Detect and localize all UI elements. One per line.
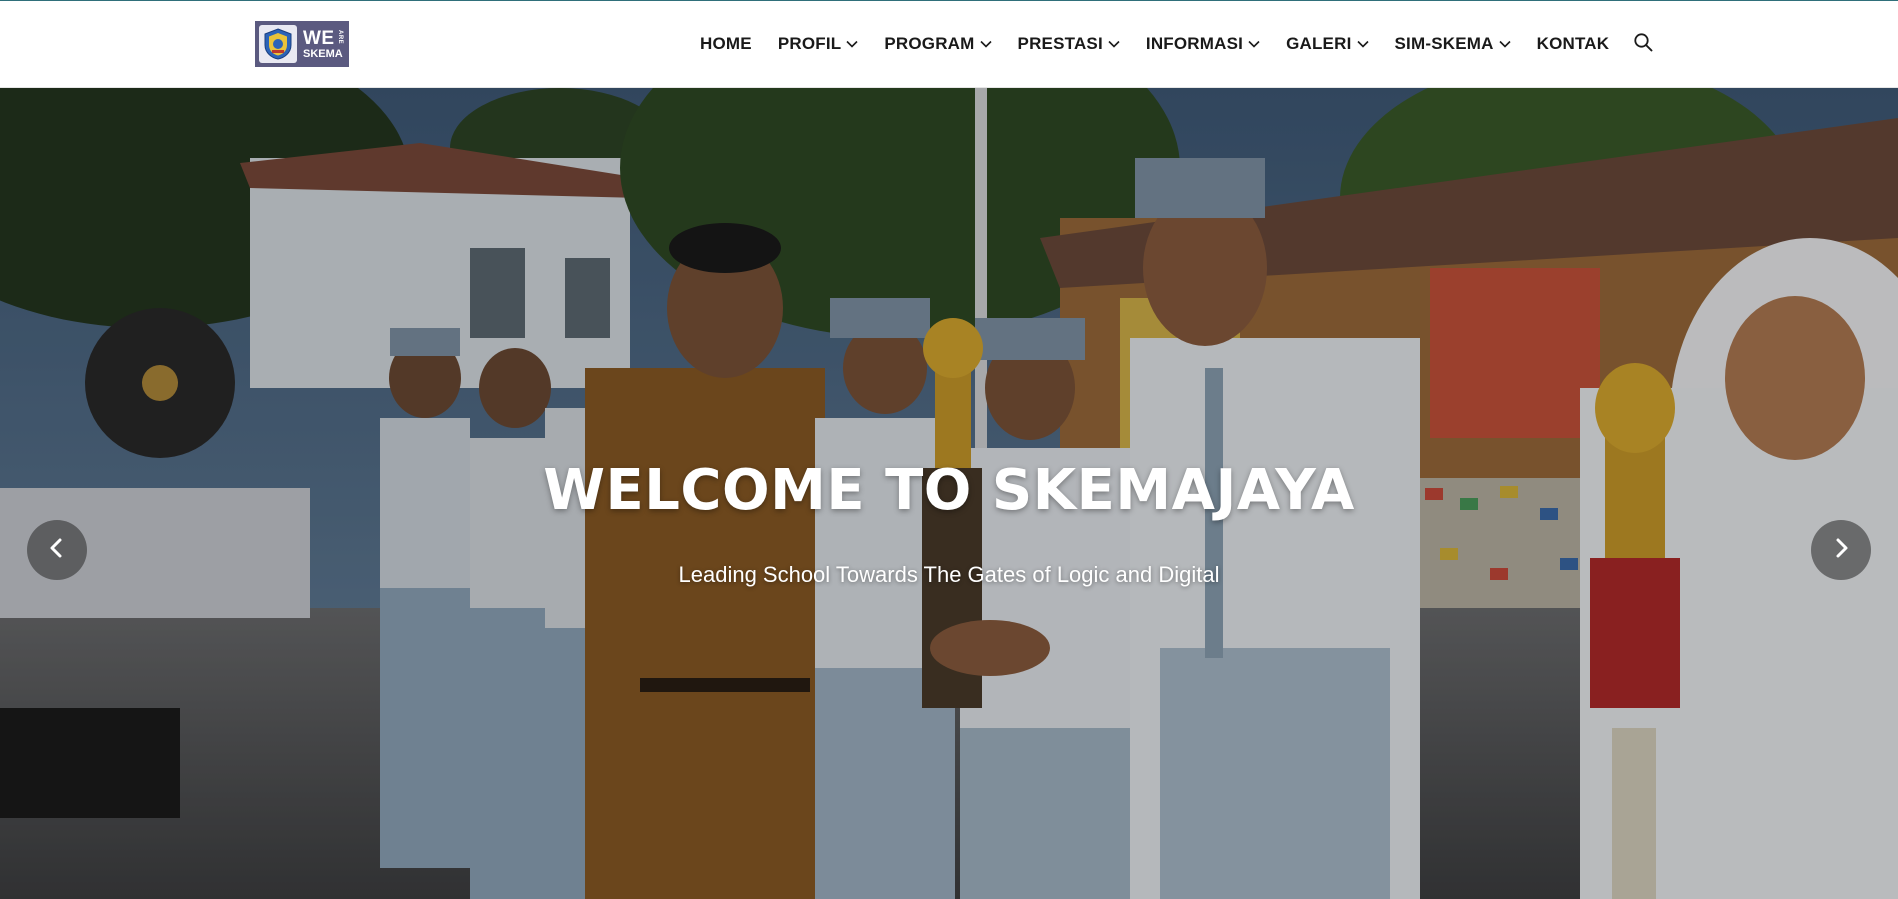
site-header: WE ARE SKEMA HOME PROFIL PROGRAM PRESTASI… bbox=[0, 1, 1898, 88]
nav-item-kontak[interactable]: KONTAK bbox=[1537, 34, 1610, 54]
chevron-down-icon bbox=[1499, 40, 1511, 48]
hero-slider: WELCOME TO SKEMAJAYA Leading School Towa… bbox=[0, 88, 1898, 899]
chevron-right-icon bbox=[1830, 537, 1852, 564]
site-logo[interactable]: WE ARE SKEMA bbox=[255, 21, 349, 67]
chevron-down-icon bbox=[1356, 40, 1369, 48]
nav-item-label: SIM-SKEMA bbox=[1394, 34, 1494, 53]
nav-item-label: INFORMASI bbox=[1145, 34, 1244, 53]
logo-main-text: WE ARE bbox=[303, 27, 343, 49]
nav-item-profil[interactable]: PROFIL bbox=[778, 34, 859, 54]
nav-item-program[interactable]: PROGRAM bbox=[884, 34, 992, 54]
nav-item-home[interactable]: HOME bbox=[700, 34, 752, 54]
slider-next-button[interactable] bbox=[1811, 520, 1871, 580]
school-emblem-icon bbox=[259, 25, 297, 63]
chevron-left-icon bbox=[46, 537, 68, 564]
logo-small-text: ARE bbox=[337, 29, 343, 44]
chevron-down-icon bbox=[979, 40, 992, 48]
hero-title: WELCOME TO SKEMAJAYA bbox=[543, 458, 1355, 523]
search-button[interactable] bbox=[1633, 32, 1653, 57]
nav-item-label: KONTAK bbox=[1536, 34, 1610, 53]
chevron-down-icon bbox=[846, 40, 858, 48]
nav-item-label: PROGRAM bbox=[884, 34, 975, 53]
nav-item-label: GALERI bbox=[1286, 34, 1352, 53]
chevron-down-icon bbox=[1108, 40, 1120, 48]
nav-item-prestasi[interactable]: PRESTASI bbox=[1018, 34, 1120, 54]
slider-prev-button[interactable] bbox=[27, 520, 87, 580]
nav-item-label: PRESTASI bbox=[1017, 34, 1103, 53]
nav-item-galeri[interactable]: GALERI bbox=[1286, 34, 1369, 54]
nav-item-label: PROFIL bbox=[777, 34, 842, 53]
nav-item-label: HOME bbox=[700, 34, 752, 53]
nav-item-informasi[interactable]: INFORMASI bbox=[1146, 34, 1260, 54]
hero-subtitle: Leading School Towards The Gates of Logi… bbox=[678, 562, 1220, 587]
main-navigation: HOME PROFIL PROGRAM PRESTASI INFORMASI G… bbox=[700, 1, 1653, 87]
search-icon bbox=[1633, 32, 1653, 57]
logo-wordmark: WE ARE SKEMA bbox=[303, 29, 343, 60]
logo-sub-text: SKEMA bbox=[303, 47, 343, 60]
chevron-down-icon bbox=[1248, 40, 1260, 48]
nav-item-sim-skema[interactable]: SIM-SKEMA bbox=[1395, 34, 1511, 54]
